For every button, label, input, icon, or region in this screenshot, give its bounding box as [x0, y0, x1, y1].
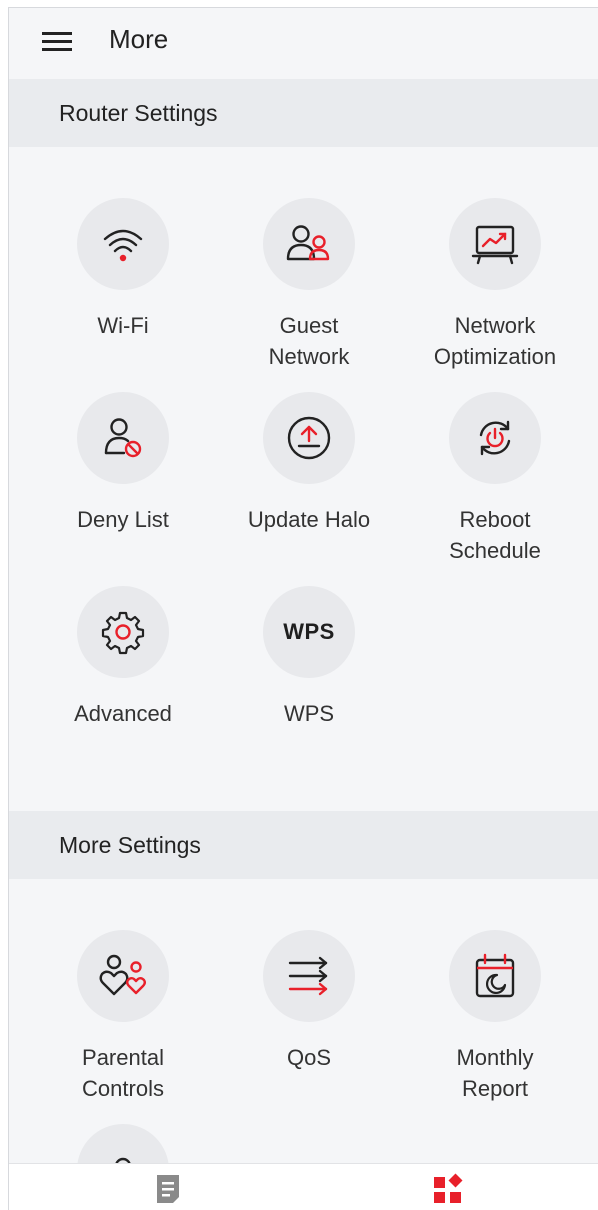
tile-advanced[interactable]: Advanced — [33, 586, 213, 729]
tile-reboot-schedule[interactable]: Reboot Schedule — [405, 392, 585, 566]
tile-deny-list[interactable]: Deny List — [33, 392, 213, 535]
section-title: Router Settings — [59, 99, 218, 126]
section-header-router-settings: Router Settings — [9, 79, 598, 147]
tile-label: Guest Network — [268, 313, 350, 369]
tile-label: Update Halo — [247, 507, 371, 532]
page-title: More — [109, 24, 169, 54]
tile-update-halo[interactable]: Update Halo — [219, 392, 399, 535]
apps-icon — [434, 1173, 463, 1203]
parental-controls-icon — [77, 930, 169, 1022]
section-header-more-settings: More Settings — [9, 811, 598, 879]
tile-label: Advanced — [74, 701, 172, 726]
tile-wifi[interactable]: Wi-Fi — [33, 198, 213, 341]
deny-list-icon — [77, 392, 169, 484]
bottom-navigation — [9, 1163, 598, 1210]
tile-label: QoS — [286, 1045, 332, 1070]
tile-label: WPS — [283, 701, 335, 726]
wps-icon-text: WPS — [283, 619, 335, 644]
gear-icon — [77, 586, 169, 678]
monthly-report-icon — [449, 930, 541, 1022]
tile-label: Network Optimization — [433, 313, 557, 369]
update-icon — [263, 392, 355, 484]
tile-label: Parental Controls — [82, 1045, 164, 1101]
document-icon — [157, 1175, 179, 1203]
tile-label: Deny List — [77, 507, 169, 532]
guest-network-icon — [263, 198, 355, 290]
wps-icon: WPS — [263, 586, 355, 678]
network-optimization-icon — [449, 198, 541, 290]
qos-icon — [263, 930, 355, 1022]
tile-label: Reboot Schedule — [449, 507, 541, 563]
tile-wps[interactable]: WPS WPS — [219, 586, 399, 729]
top-bar: More — [9, 8, 598, 78]
wifi-icon — [77, 198, 169, 290]
tile-monthly-report[interactable]: Monthly Report — [405, 930, 585, 1104]
tile-label: Wi-Fi — [97, 313, 149, 338]
section-title: More Settings — [59, 831, 201, 858]
hamburger-menu-icon[interactable] — [39, 25, 75, 61]
tab-more[interactable] — [428, 1172, 468, 1206]
reboot-schedule-icon — [449, 392, 541, 484]
tile-guest-network[interactable]: Guest Network — [219, 198, 399, 372]
tile-qos[interactable]: QoS — [219, 930, 399, 1073]
app-screen: More Router Settings Wi-Fi Guest Network — [8, 7, 598, 1210]
tab-list[interactable] — [148, 1172, 188, 1206]
tile-parental-controls[interactable]: Parental Controls — [33, 930, 213, 1104]
tile-label: Monthly Report — [456, 1045, 534, 1101]
tile-network-optimization[interactable]: Network Optimization — [405, 198, 585, 372]
